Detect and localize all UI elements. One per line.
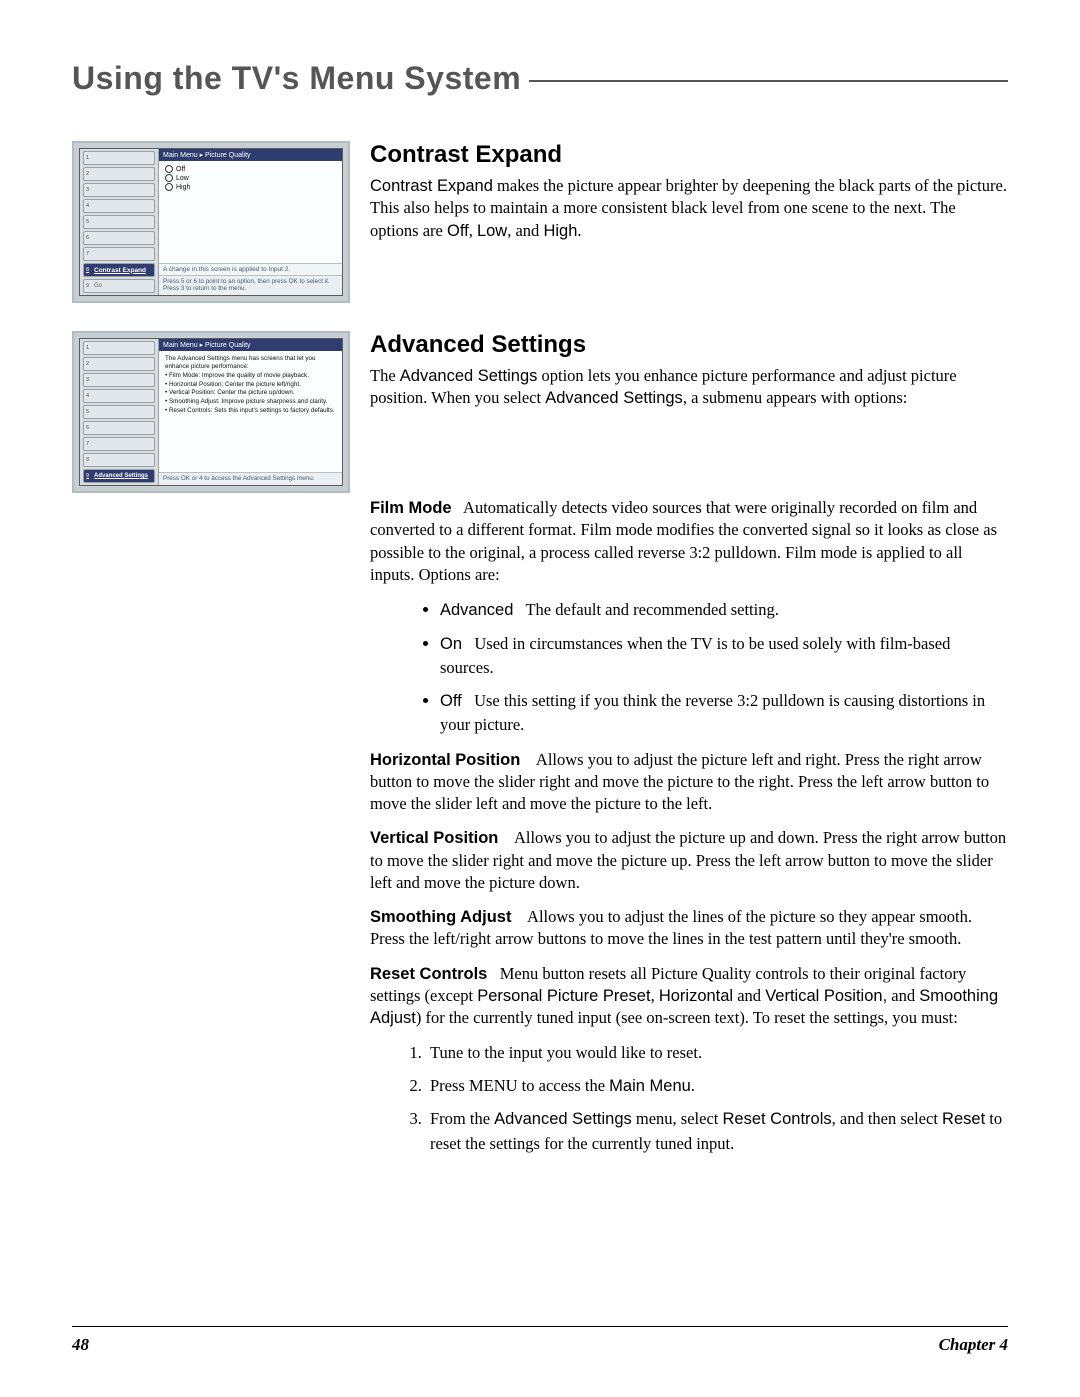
tv-status-text: A change in this screen is applied to In… xyxy=(159,263,342,275)
tv-side-item: 9Go xyxy=(83,279,155,293)
tv-sidebar: 1 2 3 4 5 6 7 8Contrast Expand 9Go xyxy=(80,149,159,295)
tv-side-item: 5 xyxy=(83,405,155,419)
tv-side-item: 4 xyxy=(83,199,155,213)
tv-screenshot-advanced: 1 2 3 4 5 6 7 8 9Advanced Settings Main … xyxy=(72,331,350,493)
tv-side-item: 7 xyxy=(83,247,155,261)
tv-side-item: 6 xyxy=(83,231,155,245)
tv-side-item: 5 xyxy=(83,215,155,229)
advanced-intro: The Advanced Settings option lets you en… xyxy=(370,365,1008,410)
tv-desc-line: • Smoothing Adjust: Improve picture shar… xyxy=(165,398,336,406)
tv-sidebar: 1 2 3 4 5 6 7 8 9Advanced Settings xyxy=(80,339,159,485)
tv-radio-option: High xyxy=(165,183,336,191)
horizontal-position-para: Horizontal Position Allows you to adjust… xyxy=(370,749,1008,816)
tv-hint-text: Press OK or 4 to access the Advanced Set… xyxy=(159,472,342,485)
tv-breadcrumb: Main Menu ▸ Picture Quality xyxy=(159,339,342,351)
tv-radio-option: Off xyxy=(165,165,336,173)
tv-desc-line: • Vertical Position: Center the picture … xyxy=(165,389,336,397)
list-item: Off Use this setting if you think the re… xyxy=(440,689,1008,736)
list-item: Advanced The default and recommended set… xyxy=(440,598,1008,622)
tv-desc-line: • Film Mode: Improve the quality of movi… xyxy=(165,372,336,380)
page-number: 48 xyxy=(72,1335,89,1355)
tv-side-item: 7 xyxy=(83,437,155,451)
tv-side-item: 1 xyxy=(83,151,155,165)
tv-side-item: 2 xyxy=(83,357,155,371)
tv-breadcrumb: Main Menu ▸ Picture Quality xyxy=(159,149,342,161)
contrast-body: Contrast Expand makes the picture appear… xyxy=(370,175,1008,242)
tv-side-item: 2 xyxy=(83,167,155,181)
step-item: From the Advanced Settings menu, select … xyxy=(426,1107,1008,1157)
list-item: On Used in circumstances when the TV is … xyxy=(440,632,1008,679)
page-title-bar: Using the TV's Menu System xyxy=(72,60,1008,97)
tv-desc-intro: The Advanced Settings menu has screens t… xyxy=(165,355,336,371)
tv-side-item: 9Advanced Settings xyxy=(83,469,155,483)
heading-contrast-expand: Contrast Expand xyxy=(370,141,1008,169)
tv-content: The Advanced Settings menu has screens t… xyxy=(159,351,342,472)
tv-side-item: 6 xyxy=(83,421,155,435)
page-title: Using the TV's Menu System xyxy=(72,60,521,97)
title-rule xyxy=(529,80,1008,82)
chapter-label: Chapter 4 xyxy=(939,1335,1008,1355)
tv-side-item: 1 xyxy=(83,341,155,355)
film-mode-bullets: Advanced The default and recommended set… xyxy=(370,598,1008,736)
vertical-position-para: Vertical Position Allows you to adjust t… xyxy=(370,827,1008,894)
step-item: Tune to the input you would like to rese… xyxy=(426,1041,1008,1066)
tv-desc-line: • Reset Controls: Sets this input's sett… xyxy=(165,407,336,415)
reset-controls-para: Reset Controls Menu button resets all Pi… xyxy=(370,963,1008,1030)
step-item: Press MENU to access the Main Menu. xyxy=(426,1074,1008,1099)
tv-hint-text: Press 5 or 6 to point to an option, then… xyxy=(159,275,342,295)
tv-content: OffLowHigh xyxy=(159,161,342,263)
tv-radio-option: Low xyxy=(165,174,336,182)
tv-side-item: 8 xyxy=(83,453,155,467)
heading-advanced-settings: Advanced Settings xyxy=(370,331,1008,359)
tv-side-item: 3 xyxy=(83,373,155,387)
tv-screenshot-contrast: 1 2 3 4 5 6 7 8Contrast Expand 9Go Main M… xyxy=(72,141,350,303)
tv-side-item: 8Contrast Expand xyxy=(83,263,155,277)
film-mode-para: Film Mode Automatically detects video so… xyxy=(370,497,1008,586)
smoothing-adjust-para: Smoothing Adjust Allows you to adjust th… xyxy=(370,906,1008,951)
tv-desc-line: • Horizontal Position: Center the pictur… xyxy=(165,381,336,389)
reset-steps: Tune to the input you would like to rese… xyxy=(370,1041,1008,1156)
tv-side-item: 4 xyxy=(83,389,155,403)
tv-side-item: 3 xyxy=(83,183,155,197)
page-footer: 48 Chapter 4 xyxy=(72,1326,1008,1355)
